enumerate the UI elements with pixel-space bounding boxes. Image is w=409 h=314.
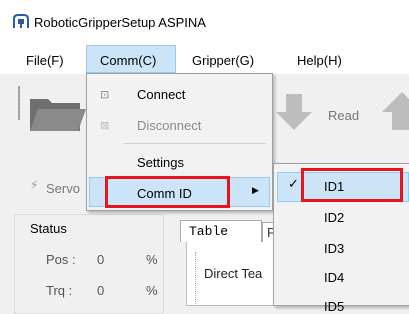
menu-file[interactable]: File(F)	[26, 53, 64, 68]
annotation-box-id1	[301, 168, 403, 202]
annotation-box-commid	[105, 176, 230, 208]
tab-table[interactable]: Table	[180, 220, 262, 242]
write-arrow-icon[interactable]	[378, 92, 409, 132]
pos-unit: %	[146, 252, 158, 267]
direct-teach-label[interactable]: Direct Tea	[204, 266, 262, 281]
disconnect-icon: ⊠	[100, 120, 110, 132]
trq-unit: %	[146, 283, 158, 298]
servo-label[interactable]: Servo	[46, 181, 80, 196]
submenu-item-id4[interactable]: ID4	[324, 270, 344, 285]
read-button-label[interactable]: Read	[328, 108, 359, 123]
menu-item-disconnect: Disconnect	[137, 118, 202, 133]
panel-divider	[195, 252, 197, 306]
toolbar-grip	[18, 86, 20, 120]
pos-value: 0	[97, 252, 105, 267]
folder-open-icon[interactable]	[30, 93, 86, 133]
menu-comm[interactable]: Comm(C)	[100, 53, 156, 68]
status-title: Status	[28, 221, 69, 236]
servo-power-icon: ⚡	[30, 178, 39, 192]
trq-label: Trq :	[46, 283, 73, 298]
menu-item-connect[interactable]: Connect	[137, 87, 185, 102]
window-title: RoboticGripperSetup ASPINA	[34, 15, 206, 30]
submenu-item-id3[interactable]: ID3	[324, 241, 344, 256]
submenu-arrow-icon: ▶	[252, 185, 259, 195]
read-arrow-icon[interactable]	[270, 92, 318, 132]
menu-item-settings[interactable]: Settings	[137, 155, 184, 170]
trq-value: 0	[97, 283, 105, 298]
menu-gripper[interactable]: Gripper(G)	[192, 53, 254, 68]
submenu-item-id5[interactable]: ID5	[324, 299, 344, 314]
checkmark-icon: ✓	[288, 176, 299, 191]
gripper-app-icon	[13, 14, 29, 28]
connect-icon: ⊡	[100, 89, 110, 101]
pos-label: Pos :	[46, 252, 76, 267]
submenu-item-id2[interactable]: ID2	[324, 210, 344, 225]
menu-help[interactable]: Help(H)	[297, 53, 342, 68]
menu-separator	[124, 143, 266, 144]
